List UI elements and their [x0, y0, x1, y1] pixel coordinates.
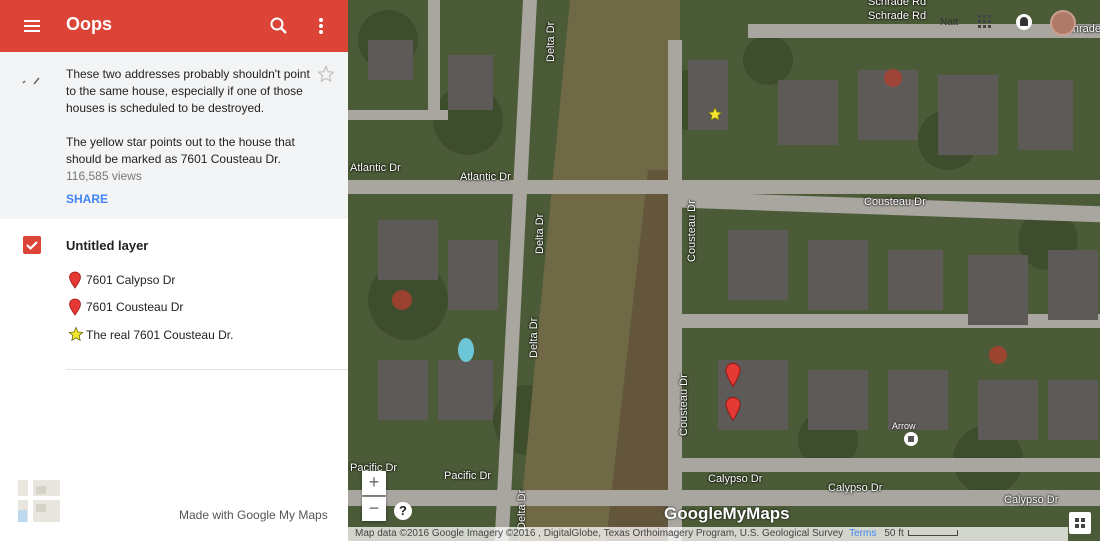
edit-pencil-icon[interactable] [22, 74, 42, 86]
street-label: Calypso Dr [828, 482, 883, 494]
map-title: Oops [66, 14, 113, 34]
street-label: Atlantic Dr [350, 162, 401, 174]
map-description: These two addresses probably shouldn't p… [66, 67, 310, 166]
map-layers-icon[interactable] [1069, 512, 1091, 534]
satellite-map[interactable]: Schrade Rd Schrade Rd Schrade Rd Delta D… [348, 0, 1100, 541]
search-icon[interactable] [266, 13, 292, 39]
view-count: 116,585 views [66, 169, 142, 183]
street-label: Delta Dr [534, 213, 546, 254]
poi-label: Arrow [892, 421, 916, 431]
street-label: Calypso Dr [708, 473, 763, 485]
street-label: Atlantic Dr [460, 171, 511, 183]
google-my-maps-logo: GoogleMyMaps [664, 504, 790, 523]
satellite-imagery [348, 0, 1100, 541]
place-label: Natt [940, 17, 959, 28]
side-panel: Oops These two addresses probably should… [0, 0, 348, 541]
made-with-label[interactable]: Made with Google My Maps [179, 508, 328, 522]
red-pin-icon[interactable] [724, 396, 742, 422]
attribution-text: Map data ©2016 Google Imagery ©2016 , Di… [355, 528, 844, 539]
app-header: Oops [0, 0, 348, 52]
feature-label: 7601 Calypso Dr [86, 273, 176, 287]
avatar[interactable] [1050, 10, 1076, 36]
red-pin-icon [68, 271, 82, 289]
layer-visibility-checkbox[interactable] [23, 236, 41, 254]
street-label: Delta Dr [528, 317, 540, 358]
divider [66, 369, 348, 370]
help-icon[interactable]: ? [394, 502, 412, 520]
feature-item-cousteau[interactable]: 7601 Cousteau Dr [66, 297, 336, 319]
street-label: Cousteau Dr [686, 200, 698, 262]
notification-bell-icon[interactable] [1016, 14, 1032, 30]
layer-title[interactable]: Untitled layer [66, 238, 148, 253]
street-label: Cousteau Dr [678, 374, 690, 436]
street-label: Delta Dr [516, 489, 528, 530]
feature-label: The real 7601 Cousteau Dr. [86, 328, 234, 342]
street-label: Pacific Dr [444, 470, 492, 482]
map-attribution: Map data ©2016 Google Imagery ©2016 , Di… [348, 527, 1068, 541]
star-outline-icon[interactable] [317, 65, 335, 83]
poi-marker-icon[interactable] [904, 432, 918, 446]
street-label: Calypso Dr [1004, 494, 1059, 506]
hamburger-menu-icon[interactable] [18, 14, 46, 38]
zoom-in-button[interactable]: + [362, 471, 386, 495]
street-label: Schrade Rd [868, 0, 927, 8]
basemap-thumbnail-icon[interactable] [18, 480, 60, 522]
scale-label: 50 ft [884, 528, 904, 539]
apps-grid-icon[interactable] [978, 15, 992, 29]
yellow-star-icon [68, 326, 84, 344]
share-button[interactable]: SHARE [66, 192, 108, 206]
feature-item-real-cousteau[interactable]: The real 7601 Cousteau Dr. [66, 325, 336, 347]
map-description-card: These two addresses probably shouldn't p… [0, 52, 348, 219]
street-label: Cousteau Dr [864, 196, 926, 208]
more-vert-icon[interactable] [308, 13, 334, 39]
feature-item-calypso[interactable]: 7601 Calypso Dr [66, 270, 336, 292]
terms-link[interactable]: Terms [849, 528, 876, 539]
street-label: Delta Dr [545, 21, 557, 62]
feature-label: 7601 Cousteau Dr [86, 300, 184, 314]
zoom-out-button[interactable]: − [362, 497, 386, 521]
yellow-star-icon[interactable] [707, 106, 723, 122]
street-label: Schrade Rd [868, 10, 927, 22]
red-pin-icon [68, 298, 82, 316]
scale-bar [907, 530, 958, 537]
red-pin-icon[interactable] [724, 362, 742, 388]
